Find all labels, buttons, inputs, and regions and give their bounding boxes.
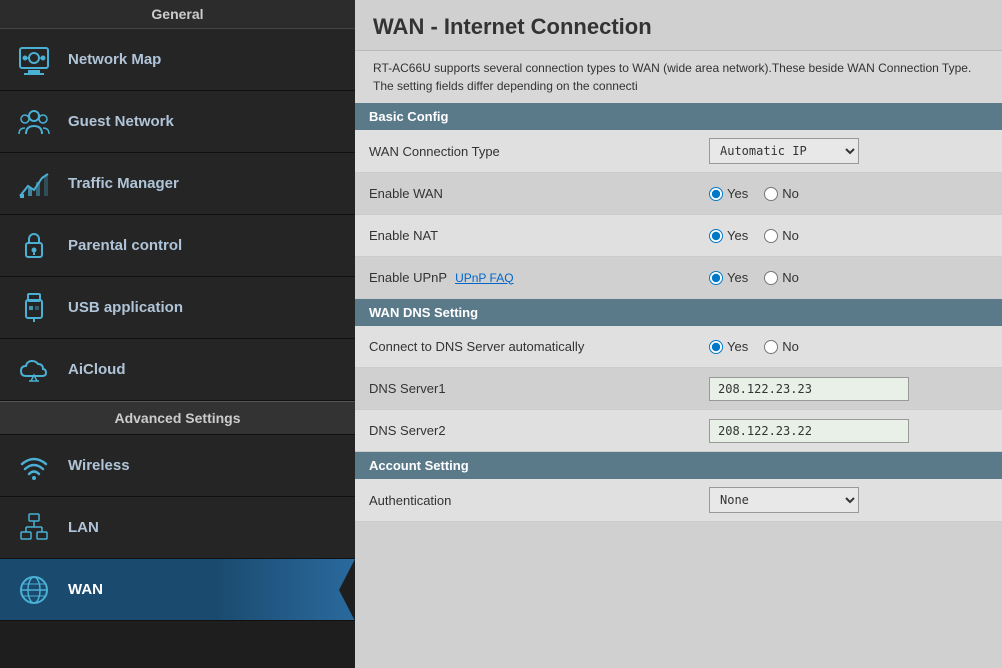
basic-config-section: Basic Config WAN Connection Type Automat… bbox=[355, 103, 1002, 299]
sidebar-item-guest-network[interactable]: Guest Network bbox=[0, 91, 355, 153]
authentication-select[interactable]: None PAP CHAP bbox=[709, 487, 859, 513]
enable-upnp-no[interactable]: No bbox=[764, 270, 799, 285]
sidebar-item-lan[interactable]: LAN bbox=[0, 497, 355, 559]
sidebar-item-wireless[interactable]: Wireless bbox=[0, 435, 355, 497]
enable-nat-yes[interactable]: Yes bbox=[709, 228, 748, 243]
dns-auto-yes-radio[interactable] bbox=[709, 340, 723, 354]
wan-connection-type-row: WAN Connection Type Automatic IP PPPoE P… bbox=[355, 130, 1002, 173]
cloud-icon bbox=[16, 352, 52, 388]
enable-nat-no[interactable]: No bbox=[764, 228, 799, 243]
enable-wan-no-radio[interactable] bbox=[764, 187, 778, 201]
dns-server1-row: DNS Server1 bbox=[355, 368, 1002, 410]
dns-auto-no-radio[interactable] bbox=[764, 340, 778, 354]
enable-nat-yes-radio[interactable] bbox=[709, 229, 723, 243]
wan-connection-type-control: Automatic IP PPPoE PPTP L2TP Static IP bbox=[695, 130, 1002, 172]
enable-upnp-control: Yes No bbox=[695, 262, 1002, 293]
dns-auto-label: Connect to DNS Server automatically bbox=[355, 331, 695, 362]
wan-connection-type-label: WAN Connection Type bbox=[355, 136, 695, 167]
dns-server1-input[interactable] bbox=[709, 377, 909, 401]
sidebar-item-aicloud-label: AiCloud bbox=[68, 361, 126, 378]
authentication-label: Authentication bbox=[355, 485, 695, 516]
wan-icon bbox=[16, 572, 52, 608]
account-setting-header: Account Setting bbox=[355, 452, 1002, 479]
enable-wan-row: Enable WAN Yes No bbox=[355, 173, 1002, 215]
sidebar-item-usb-application[interactable]: USB application bbox=[0, 277, 355, 339]
dns-server1-control bbox=[695, 369, 1002, 409]
dns-auto-control: Yes No bbox=[695, 331, 1002, 362]
authentication-row: Authentication None PAP CHAP bbox=[355, 479, 1002, 522]
enable-upnp-yes-radio[interactable] bbox=[709, 271, 723, 285]
network-map-icon bbox=[16, 42, 52, 78]
traffic-manager-icon bbox=[16, 166, 52, 202]
sidebar-item-wan-label: WAN bbox=[68, 581, 103, 598]
basic-config-header: Basic Config bbox=[355, 103, 1002, 130]
enable-upnp-row: Enable UPnP UPnP FAQ Yes No bbox=[355, 257, 1002, 299]
enable-wan-yes-radio[interactable] bbox=[709, 187, 723, 201]
sidebar-item-traffic-manager-label: Traffic Manager bbox=[68, 175, 179, 192]
dns-auto-yes[interactable]: Yes bbox=[709, 339, 748, 354]
wan-dns-header: WAN DNS Setting bbox=[355, 299, 1002, 326]
dns-server2-control bbox=[695, 411, 1002, 451]
enable-wan-yes[interactable]: Yes bbox=[709, 186, 748, 201]
main-content: WAN - Internet Connection RT-AC66U suppo… bbox=[355, 0, 1002, 668]
sidebar-item-traffic-manager[interactable]: Traffic Manager bbox=[0, 153, 355, 215]
dns-server2-label: DNS Server2 bbox=[355, 415, 695, 446]
wan-connection-type-select[interactable]: Automatic IP PPPoE PPTP L2TP Static IP bbox=[709, 138, 859, 164]
advanced-settings-header: Advanced Settings bbox=[0, 401, 355, 435]
wireless-icon bbox=[16, 448, 52, 484]
enable-upnp-radio-group: Yes No bbox=[709, 270, 799, 285]
sidebar-item-guest-network-label: Guest Network bbox=[68, 113, 174, 130]
sidebar-item-network-map[interactable]: Network Map bbox=[0, 29, 355, 91]
enable-nat-label: Enable NAT bbox=[355, 220, 695, 251]
enable-nat-row: Enable NAT Yes No bbox=[355, 215, 1002, 257]
enable-nat-control: Yes No bbox=[695, 220, 1002, 251]
enable-nat-radio-group: Yes No bbox=[709, 228, 799, 243]
lan-icon bbox=[16, 510, 52, 546]
enable-upnp-label: Enable UPnP UPnP FAQ bbox=[355, 262, 695, 293]
sidebar-item-lan-label: LAN bbox=[68, 519, 99, 536]
usb-icon bbox=[16, 290, 52, 326]
page-title: WAN - Internet Connection bbox=[355, 0, 1002, 51]
enable-wan-no[interactable]: No bbox=[764, 186, 799, 201]
wan-dns-section: WAN DNS Setting Connect to DNS Server au… bbox=[355, 299, 1002, 452]
dns-server2-row: DNS Server2 bbox=[355, 410, 1002, 452]
sidebar-general-header: General bbox=[0, 0, 355, 29]
page-description: RT-AC66U supports several connection typ… bbox=[355, 51, 1002, 103]
parental-icon bbox=[16, 228, 52, 264]
sidebar-item-usb-application-label: USB application bbox=[68, 299, 183, 316]
sidebar: General Network Map bbox=[0, 0, 355, 668]
sidebar-item-parental-control[interactable]: Parental control bbox=[0, 215, 355, 277]
sidebar-item-network-map-label: Network Map bbox=[68, 51, 161, 68]
enable-upnp-no-radio[interactable] bbox=[764, 271, 778, 285]
enable-wan-label: Enable WAN bbox=[355, 178, 695, 209]
dns-auto-row: Connect to DNS Server automatically Yes … bbox=[355, 326, 1002, 368]
upnp-faq-link[interactable]: UPnP FAQ bbox=[455, 271, 513, 285]
account-setting-section: Account Setting Authentication None PAP … bbox=[355, 452, 1002, 522]
sidebar-item-wireless-label: Wireless bbox=[68, 457, 130, 474]
guest-network-icon bbox=[16, 104, 52, 140]
sidebar-item-parental-control-label: Parental control bbox=[68, 237, 182, 254]
authentication-control: None PAP CHAP bbox=[695, 479, 1002, 521]
sidebar-item-wan[interactable]: WAN bbox=[0, 559, 355, 621]
dns-server2-input[interactable] bbox=[709, 419, 909, 443]
enable-nat-no-radio[interactable] bbox=[764, 229, 778, 243]
dns-auto-no[interactable]: No bbox=[764, 339, 799, 354]
dns-auto-radio-group: Yes No bbox=[709, 339, 799, 354]
enable-wan-control: Yes No bbox=[695, 178, 1002, 209]
sidebar-item-aicloud[interactable]: AiCloud bbox=[0, 339, 355, 401]
dns-server1-label: DNS Server1 bbox=[355, 373, 695, 404]
enable-upnp-yes[interactable]: Yes bbox=[709, 270, 748, 285]
enable-wan-radio-group: Yes No bbox=[709, 186, 799, 201]
